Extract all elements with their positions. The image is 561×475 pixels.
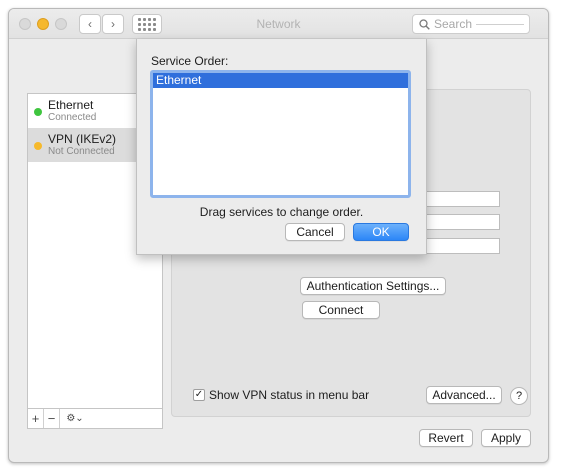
add-service-button[interactable]: +: [28, 409, 44, 428]
checkmark-icon[interactable]: ✓: [193, 389, 205, 401]
help-button[interactable]: ?: [510, 387, 528, 405]
show-vpn-status-label: Show VPN status in menu bar: [209, 388, 370, 402]
service-order-list[interactable]: Ethernet: [150, 70, 411, 198]
authentication-settings-button[interactable]: Authentication Settings...: [300, 277, 446, 295]
remove-service-button[interactable]: −: [44, 409, 60, 428]
apply-button[interactable]: Apply: [481, 429, 531, 447]
search-field[interactable]: [412, 14, 530, 34]
search-divider: [476, 24, 524, 25]
service-status: Connected: [48, 112, 97, 123]
title-bar: ‹ › Network: [9, 9, 548, 39]
status-dot-icon: [34, 108, 42, 116]
remote-id-field[interactable]: [426, 214, 500, 230]
revert-button[interactable]: Revert: [419, 429, 473, 447]
server-address-field[interactable]: [426, 191, 500, 207]
order-list-item[interactable]: Ethernet: [153, 73, 408, 88]
connect-button[interactable]: Connect: [302, 301, 380, 319]
cancel-button[interactable]: Cancel: [285, 223, 345, 241]
show-vpn-status-checkbox[interactable]: ✓ Show VPN status in menu bar: [193, 388, 369, 402]
service-name: Ethernet: [48, 98, 94, 112]
service-status: Not Connected: [48, 146, 115, 157]
local-id-field[interactable]: [426, 238, 500, 254]
gear-menu-button[interactable]: ⚙⌄: [60, 409, 90, 428]
advanced-button[interactable]: Advanced...: [426, 386, 502, 404]
ok-button[interactable]: OK: [353, 223, 409, 241]
search-icon: [419, 18, 430, 30]
status-dot-icon: [34, 142, 42, 150]
service-list-toolbar: + − ⚙⌄: [27, 409, 163, 429]
service-name: VPN (IKEv2): [48, 132, 117, 146]
sheet-title: Service Order:: [151, 54, 229, 68]
service-order-sheet: Service Order: Ethernet Drag services to…: [136, 39, 427, 255]
sheet-hint: Drag services to change order.: [199, 205, 364, 219]
network-window: ‹ › Network Ethernet Connected ‹: [8, 8, 549, 463]
